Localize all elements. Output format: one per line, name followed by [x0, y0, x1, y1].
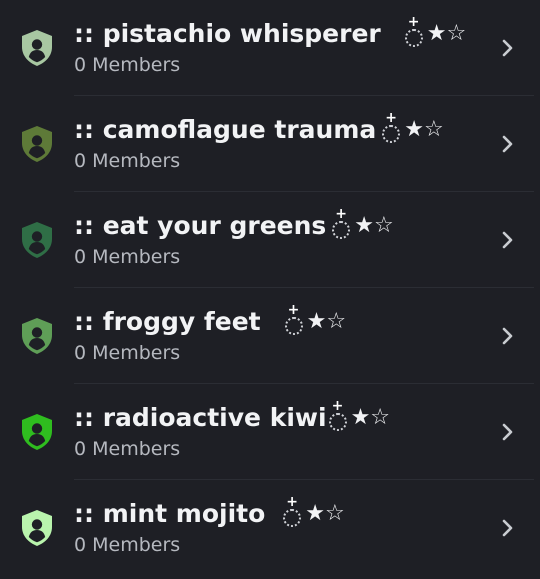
- role-name-line: :: camoflague trauma + ★☆: [74, 111, 482, 145]
- dotted-ring-sparkle-icon: +: [284, 303, 303, 335]
- role-row[interactable]: :: mint mojito + ★☆ 0 Members: [0, 480, 534, 576]
- role-name-line: :: froggy feet + ★☆: [74, 303, 482, 337]
- role-stars: ★☆: [305, 501, 345, 526]
- role-icon-wrap: [0, 221, 74, 259]
- role-name: :: radioactive kiwi: [74, 403, 327, 432]
- role-member-count: 0 Members: [74, 150, 181, 172]
- chevron-right-icon[interactable]: [482, 38, 534, 58]
- role-row[interactable]: :: froggy feet + ★☆ 0 Members: [0, 288, 534, 384]
- role-row[interactable]: :: pistachio whisperer + ★☆ 0 Members: [0, 0, 534, 96]
- role-name: :: camoflague trauma: [74, 115, 377, 144]
- chevron-right-icon[interactable]: [482, 230, 534, 250]
- role-stars: ★☆: [404, 117, 444, 142]
- role-text: :: pistachio whisperer + ★☆ 0 Members: [74, 15, 482, 77]
- role-icon-wrap: [0, 509, 74, 547]
- chevron-right-icon[interactable]: [482, 518, 534, 538]
- shield-person-icon: [22, 414, 52, 450]
- role-stars: ★☆: [354, 213, 394, 238]
- shield-person-icon: [22, 510, 52, 546]
- dotted-ring-sparkle-icon: +: [328, 399, 347, 431]
- chevron-right-icon[interactable]: [482, 422, 534, 442]
- chevron-right-icon[interactable]: [482, 326, 534, 346]
- shield-person-icon: [22, 318, 52, 354]
- dotted-ring-sparkle-icon: +: [382, 111, 401, 143]
- role-name: :: pistachio whisperer: [74, 19, 381, 48]
- role-icon-wrap: [0, 29, 74, 67]
- role-decoration: + ★☆: [382, 111, 444, 145]
- role-member-count: 0 Members: [74, 438, 181, 460]
- role-name-line: :: mint mojito + ★☆: [74, 495, 482, 529]
- role-stars: ★☆: [426, 21, 467, 46]
- dotted-ring-sparkle-icon: +: [404, 15, 423, 47]
- role-list: :: pistachio whisperer + ★☆ 0 Members::…: [0, 0, 540, 579]
- role-stars: ★☆: [306, 309, 347, 334]
- role-text: :: mint mojito + ★☆ 0 Members: [74, 495, 482, 557]
- shield-person-icon: [22, 126, 52, 162]
- role-stars: ★☆: [350, 405, 391, 430]
- dotted-ring-sparkle-icon: +: [332, 207, 351, 239]
- role-row[interactable]: :: eat your greens + ★☆ 0 Members: [0, 192, 534, 288]
- role-name-line: :: eat your greens + ★☆: [74, 207, 482, 241]
- dotted-ring-sparkle-icon: +: [283, 495, 302, 527]
- role-text: :: froggy feet + ★☆ 0 Members: [74, 303, 482, 365]
- role-member-count: 0 Members: [74, 534, 181, 556]
- role-name-line: :: pistachio whisperer + ★☆: [74, 15, 482, 49]
- chevron-right-icon[interactable]: [482, 134, 534, 154]
- role-decoration: + ★☆: [332, 207, 394, 241]
- role-decoration: + ★☆: [283, 495, 345, 529]
- role-member-count: 0 Members: [74, 246, 181, 268]
- role-icon-wrap: [0, 317, 74, 355]
- role-member-count: 0 Members: [74, 54, 181, 76]
- role-text: :: camoflague trauma + ★☆ 0 Members: [74, 111, 482, 173]
- role-name-line: :: radioactive kiwi + ★☆: [74, 399, 482, 433]
- role-decoration: + ★☆: [404, 15, 467, 49]
- role-name: :: eat your greens: [74, 211, 327, 240]
- role-decoration: + ★☆: [284, 303, 347, 337]
- role-row[interactable]: :: radioactive kiwi + ★☆ 0 Members: [0, 384, 534, 480]
- role-row[interactable]: :: camoflague trauma + ★☆ 0 Members: [0, 96, 534, 192]
- shield-person-icon: [22, 30, 52, 66]
- role-text: :: eat your greens + ★☆ 0 Members: [74, 207, 482, 269]
- role-decoration: + ★☆: [328, 399, 391, 433]
- role-text: :: radioactive kiwi + ★☆ 0 Members: [74, 399, 482, 461]
- role-name: :: froggy feet: [74, 307, 261, 336]
- role-name: :: mint mojito: [74, 499, 266, 528]
- role-icon-wrap: [0, 413, 74, 451]
- role-member-count: 0 Members: [74, 342, 181, 364]
- shield-person-icon: [22, 222, 52, 258]
- role-icon-wrap: [0, 125, 74, 163]
